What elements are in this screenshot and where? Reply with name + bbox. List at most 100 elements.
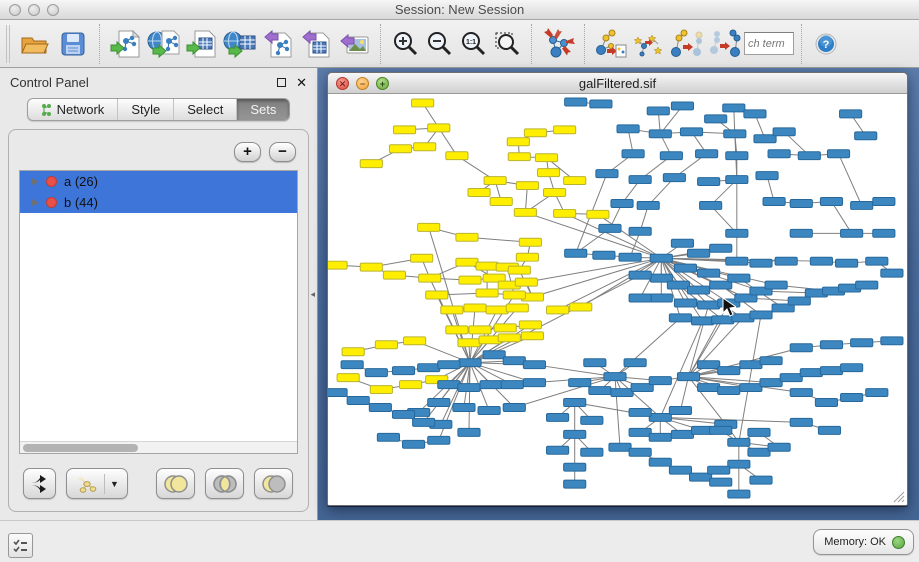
- network-node[interactable]: [667, 281, 689, 289]
- help-icon[interactable]: ?: [809, 24, 843, 64]
- hide-selected-icon[interactable]: [668, 24, 706, 64]
- minimize-window-icon[interactable]: [28, 4, 40, 16]
- network-edge[interactable]: [615, 318, 680, 377]
- network-node[interactable]: [647, 107, 669, 115]
- network-node[interactable]: [724, 130, 746, 138]
- network-node[interactable]: [712, 316, 734, 324]
- network-node[interactable]: [458, 339, 480, 347]
- network-node[interactable]: [537, 169, 559, 177]
- network-node[interactable]: [503, 403, 525, 411]
- network-node[interactable]: [438, 361, 460, 369]
- network-node[interactable]: [458, 384, 480, 392]
- network-node[interactable]: [590, 100, 612, 108]
- network-node[interactable]: [674, 299, 696, 307]
- network-node[interactable]: [851, 201, 873, 209]
- network-node[interactable]: [476, 262, 498, 270]
- network-node[interactable]: [677, 373, 699, 381]
- network-node[interactable]: [723, 104, 745, 112]
- network-node[interactable]: [503, 357, 525, 365]
- network-node[interactable]: [873, 229, 895, 237]
- dropdown-caret-icon[interactable]: ▼: [110, 479, 119, 489]
- network-node[interactable]: [866, 257, 888, 265]
- float-panel-icon[interactable]: [277, 78, 286, 87]
- network-node[interactable]: [798, 152, 820, 160]
- network-node[interactable]: [342, 348, 364, 356]
- network-node[interactable]: [516, 253, 538, 261]
- select-from-file-icon[interactable]: [630, 24, 668, 64]
- network-node[interactable]: [393, 126, 415, 134]
- network-node[interactable]: [750, 259, 772, 267]
- network-node[interactable]: [800, 369, 822, 377]
- network-edge[interactable]: [660, 321, 702, 418]
- network-node[interactable]: [596, 170, 618, 178]
- network-node[interactable]: [418, 223, 440, 231]
- network-node[interactable]: [851, 339, 873, 347]
- network-node[interactable]: [404, 337, 426, 345]
- network-node[interactable]: [418, 364, 440, 372]
- network-node[interactable]: [392, 410, 414, 418]
- network-node[interactable]: [856, 281, 878, 289]
- export-table-icon[interactable]: [297, 24, 335, 64]
- zoom-in-icon[interactable]: [388, 24, 422, 64]
- network-edge[interactable]: [680, 377, 688, 411]
- network-node[interactable]: [671, 430, 693, 438]
- network-node[interactable]: [669, 466, 691, 474]
- intersection-button[interactable]: [205, 468, 244, 499]
- network-node[interactable]: [629, 408, 651, 416]
- network-node[interactable]: [726, 152, 748, 160]
- network-node[interactable]: [680, 128, 702, 136]
- difference-button[interactable]: [254, 468, 293, 499]
- network-window-titlebar[interactable]: ✕ − + galFiltered.sif: [328, 73, 907, 94]
- network-node[interactable]: [710, 478, 732, 486]
- zoom-fit-icon[interactable]: 1:1: [456, 24, 490, 64]
- network-node[interactable]: [780, 374, 802, 382]
- search-input[interactable]: [744, 32, 794, 55]
- network-node[interactable]: [370, 386, 392, 394]
- network-node[interactable]: [841, 394, 863, 402]
- network-node[interactable]: [740, 361, 762, 369]
- network-node[interactable]: [754, 135, 776, 143]
- close-panel-icon[interactable]: ✕: [296, 76, 307, 89]
- network-graph[interactable]: [328, 94, 907, 505]
- tab-style[interactable]: Style: [118, 99, 174, 120]
- network-node[interactable]: [650, 294, 672, 302]
- network-node[interactable]: [815, 399, 837, 407]
- network-node[interactable]: [365, 369, 387, 377]
- network-node[interactable]: [637, 201, 659, 209]
- network-node[interactable]: [629, 227, 651, 235]
- network-node[interactable]: [728, 460, 750, 468]
- network-node[interactable]: [341, 361, 363, 369]
- network-node[interactable]: [611, 199, 633, 207]
- network-node[interactable]: [547, 306, 569, 314]
- network-node[interactable]: [508, 266, 530, 274]
- network-node[interactable]: [419, 274, 441, 282]
- network-node[interactable]: [624, 359, 646, 367]
- network-node[interactable]: [748, 448, 770, 456]
- network-node[interactable]: [649, 130, 671, 138]
- network-node[interactable]: [469, 326, 491, 334]
- zoom-selected-icon[interactable]: [490, 24, 524, 64]
- network-node[interactable]: [490, 197, 512, 205]
- network-node[interactable]: [790, 389, 812, 397]
- network-node[interactable]: [458, 428, 480, 436]
- zoom-window-icon[interactable]: [47, 4, 59, 16]
- network-node[interactable]: [820, 197, 842, 205]
- network-node[interactable]: [619, 253, 641, 261]
- network-node[interactable]: [718, 387, 740, 395]
- network-node[interactable]: [438, 381, 460, 389]
- network-node[interactable]: [468, 189, 490, 197]
- network-node[interactable]: [827, 150, 849, 158]
- network-node[interactable]: [705, 115, 727, 123]
- network-node[interactable]: [744, 110, 766, 118]
- tab-select[interactable]: Select: [174, 99, 237, 120]
- network-node[interactable]: [611, 389, 633, 397]
- network-node[interactable]: [750, 476, 772, 484]
- network-node[interactable]: [629, 428, 651, 436]
- import-network-url-icon[interactable]: [145, 24, 183, 64]
- network-node[interactable]: [428, 124, 450, 132]
- network-node[interactable]: [412, 99, 434, 107]
- network-node[interactable]: [369, 403, 391, 411]
- network-edge[interactable]: [831, 201, 851, 233]
- network-node[interactable]: [328, 389, 347, 397]
- network-node[interactable]: [728, 490, 750, 498]
